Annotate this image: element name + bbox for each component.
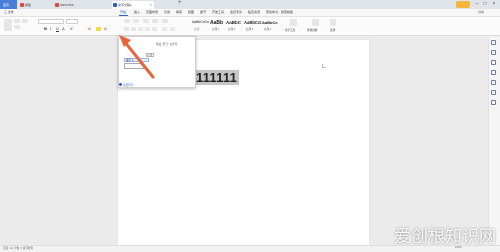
highlight-icon[interactable] xyxy=(96,27,101,31)
menu-file[interactable]: 三 文件 xyxy=(4,10,14,14)
status-page-info: 页面: 1/1 字数: 6 拼写检查 xyxy=(3,247,34,250)
text-tools-icon[interactable] xyxy=(290,19,297,26)
popup-preset-label[interactable]: 标准 xyxy=(146,53,154,57)
select-icon[interactable] xyxy=(330,19,336,26)
align-center-button[interactable] xyxy=(131,27,136,31)
pdf-icon xyxy=(55,3,59,7)
superscript-button[interactable]: X xyxy=(70,26,73,31)
style-label-normal: 正文 xyxy=(194,28,200,31)
side-edit-icon[interactable] xyxy=(491,50,496,55)
tab-template-label: 模板 xyxy=(25,3,32,7)
menu-member[interactable]: 会员专享 xyxy=(230,10,242,14)
tab-document-label: 文字文稿1 xyxy=(118,3,132,7)
minimize-icon[interactable]: – xyxy=(474,1,480,7)
find-replace-icon[interactable] xyxy=(312,19,319,26)
style-heading-1[interactable]: AaBb xyxy=(210,20,223,26)
find-replace-label[interactable]: 查找替换 xyxy=(307,28,317,32)
strikethrough-button[interactable]: A xyxy=(62,26,65,31)
tab-template[interactable]: 模板 xyxy=(19,1,47,9)
member-badge[interactable] xyxy=(456,1,470,8)
document-icon xyxy=(113,3,117,7)
menu-insert[interactable]: 插入 xyxy=(134,10,140,14)
line-spacing-button[interactable] xyxy=(152,27,157,31)
align-left-button[interactable] xyxy=(124,27,129,31)
popup-footer-link[interactable]: 项目符号 xyxy=(123,83,133,87)
popup-preview-box[interactable] xyxy=(124,63,144,69)
bullet-list-button[interactable] xyxy=(124,19,130,23)
menu-chapter[interactable]: 章节 xyxy=(200,10,206,14)
menu-references[interactable]: 引用 xyxy=(164,10,170,14)
select-label[interactable]: 选择 xyxy=(330,28,335,32)
watermark-text: 爱创根知识网 xyxy=(394,227,496,247)
close-tab-icon[interactable]: × xyxy=(150,2,152,7)
side-history-icon[interactable] xyxy=(491,80,496,85)
font-name-select[interactable] xyxy=(38,19,64,24)
menu-bar: 三 文件 开始 插入 页面布局 引用 审阅 视图 章节 开发工具 会员专享 稻壳… xyxy=(0,9,500,17)
underline-button[interactable]: U xyxy=(56,26,59,31)
style-label-h4: 标题 4 xyxy=(264,28,272,31)
tab-home-label: 首页 xyxy=(3,2,10,7)
side-tools-icon[interactable] xyxy=(491,70,496,75)
share-button[interactable]: 分享 xyxy=(478,10,484,14)
cut-button[interactable] xyxy=(14,19,20,23)
text-effect-button[interactable]: A xyxy=(104,26,107,31)
font-color-button[interactable]: A xyxy=(88,26,91,31)
style-label-h2: 标题 2 xyxy=(228,28,236,31)
copy-button[interactable] xyxy=(14,25,20,29)
bullet-icon xyxy=(119,83,122,86)
style-label-h3: 标题 3 xyxy=(246,28,254,31)
numbered-list-button[interactable] xyxy=(133,19,139,23)
popup-numbering-option[interactable]: 编号 1. xyxy=(124,58,149,62)
style-label-h1: 标题 1 xyxy=(212,28,220,31)
margin-corner-mark xyxy=(322,64,326,68)
justify-button[interactable] xyxy=(145,27,150,31)
border-button[interactable] xyxy=(170,27,175,31)
bold-button[interactable]: B xyxy=(44,26,47,31)
search-command[interactable]: 查找命令、搜索模板 xyxy=(266,10,293,14)
side-share-icon[interactable] xyxy=(491,90,496,95)
tab-pdf-label: WPS PDF xyxy=(60,3,74,7)
increase-indent-button[interactable] xyxy=(152,19,158,23)
side-settings-icon[interactable] xyxy=(491,100,496,105)
align-right-button[interactable] xyxy=(138,27,143,31)
style-heading-3[interactable]: AaBbCcI xyxy=(244,20,261,25)
style-heading-2[interactable]: AaBbC xyxy=(226,20,241,25)
selected-document-text[interactable]: 111111 xyxy=(194,70,239,85)
format-painter-button[interactable] xyxy=(22,19,28,23)
paste-button[interactable] xyxy=(4,19,12,31)
right-side-panel xyxy=(488,37,500,245)
menu-resources[interactable]: 稻壳资源 xyxy=(248,10,260,14)
close-window-icon[interactable]: × xyxy=(491,1,497,7)
tab-pdf[interactable]: WPS PDF xyxy=(54,1,82,9)
italic-button[interactable]: I xyxy=(50,26,51,31)
popup-header: 预设 “符号” 对齐符 xyxy=(156,43,178,46)
menu-review[interactable]: 审阅 xyxy=(176,10,182,14)
menu-developer[interactable]: 开发工具 xyxy=(212,10,224,14)
menu-view[interactable]: 视图 xyxy=(188,10,194,14)
shading-button[interactable] xyxy=(162,27,167,31)
menu-layout[interactable]: 页面布局 xyxy=(146,10,158,14)
side-style-icon[interactable] xyxy=(491,40,496,45)
sort-button[interactable] xyxy=(162,19,168,23)
tab-document[interactable]: 文字文稿1 × xyxy=(112,1,154,9)
side-shape-icon[interactable] xyxy=(491,60,496,65)
text-tools-label[interactable]: 文字工具 xyxy=(285,28,295,32)
template-icon xyxy=(20,3,24,7)
menu-home[interactable]: 开始 xyxy=(120,10,126,14)
font-size-select[interactable] xyxy=(66,19,78,24)
style-normal[interactable]: AaBbCcDd xyxy=(192,20,209,24)
active-menu-indicator xyxy=(119,15,128,16)
style-heading-4[interactable]: AaBbCc xyxy=(262,20,278,25)
decrease-indent-button[interactable] xyxy=(143,19,149,23)
title-bar: 首页 模板 WPS PDF 文字文稿1 × + – □ × xyxy=(0,0,500,9)
add-tab-button[interactable]: + xyxy=(178,0,182,6)
tab-home[interactable]: 首页 xyxy=(0,0,17,9)
maximize-icon[interactable]: □ xyxy=(482,1,488,7)
